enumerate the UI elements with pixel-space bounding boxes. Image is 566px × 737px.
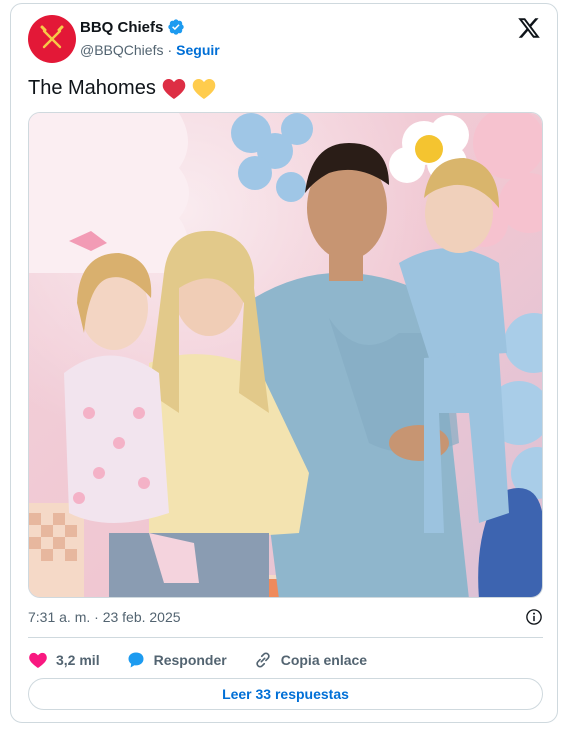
red-heart-icon <box>162 78 186 99</box>
link-icon <box>256 652 270 668</box>
account-name-row: BBQ Chiefs <box>80 18 185 36</box>
reply-label: Responder <box>153 652 227 668</box>
handle-row: @BBQChiefs · Seguir <box>80 42 220 58</box>
tweet-photo[interactable] <box>28 112 543 598</box>
tweet-text: The Mahomes <box>28 77 156 99</box>
meta-row: 7:31 a. m. · 23 feb. 2025 <box>28 608 543 626</box>
grill-utensils-icon <box>40 25 64 49</box>
action-bar: 3,2 mil Responder Copia enlace <box>28 648 393 672</box>
follow-button[interactable]: Seguir <box>176 42 220 58</box>
yellow-heart-icon <box>192 78 216 99</box>
separator-dot: · <box>167 42 173 58</box>
heart-icon <box>29 652 47 668</box>
account-handle[interactable]: @BBQChiefs <box>80 42 163 58</box>
tweet-card[interactable]: BBQ Chiefs @BBQChiefs · Seguir The Mahom… <box>10 3 558 723</box>
avatar[interactable] <box>28 15 76 63</box>
divider <box>28 637 543 638</box>
timestamp[interactable]: 7:31 a. m. · 23 feb. 2025 <box>28 609 181 625</box>
speech-bubble-icon <box>128 652 144 668</box>
info-icon[interactable] <box>525 608 543 626</box>
x-logo-icon[interactable] <box>517 16 541 40</box>
tweet-text-row: The Mahomes <box>28 77 216 100</box>
account-name[interactable]: BBQ Chiefs <box>80 19 163 36</box>
verified-badge-icon <box>168 19 185 35</box>
family-photo-image <box>29 113 542 597</box>
copy-link-button[interactable]: Copia enlace <box>253 650 367 670</box>
like-button[interactable]: 3,2 mil <box>28 650 100 670</box>
like-count: 3,2 mil <box>56 652 100 668</box>
read-replies-button[interactable]: Leer 33 respuestas <box>28 678 543 710</box>
reply-button[interactable]: Responder <box>126 650 227 670</box>
copy-link-label: Copia enlace <box>280 652 368 668</box>
